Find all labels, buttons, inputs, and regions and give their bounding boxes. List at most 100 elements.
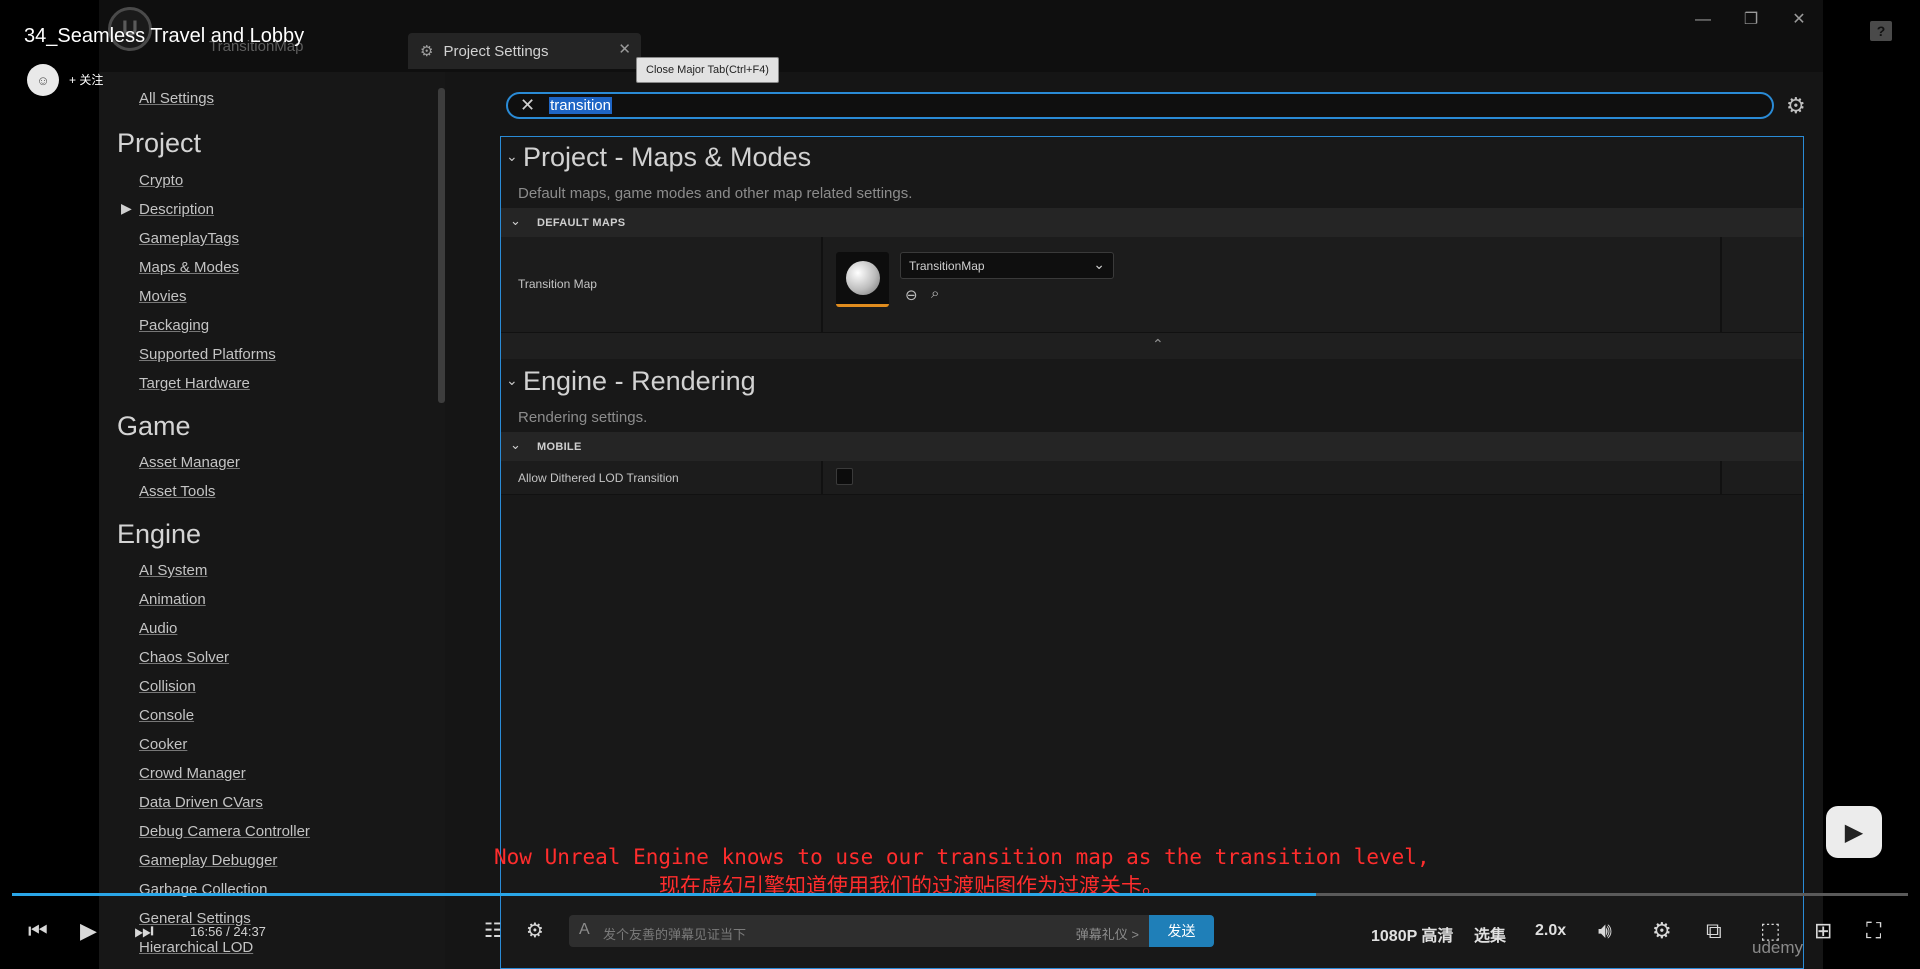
danmaku-input[interactable]: A 发个友善的弹幕见证当下 弹幕礼仪 > xyxy=(569,915,1149,947)
column-divider[interactable] xyxy=(821,461,823,494)
map-dropdown[interactable]: TransitionMap ⌄ xyxy=(900,252,1114,279)
property-row-transition-map: Transition Map TransitionMap ⌄ ⊖ ⌕ xyxy=(501,237,1803,333)
picture-in-picture-icon[interactable]: ⧉ xyxy=(1706,918,1722,944)
search-icon[interactable]: ⌕ xyxy=(931,285,939,302)
close-tab-tooltip: Close Major Tab(Ctrl+F4) xyxy=(636,57,779,83)
nav-item-chaos-solver[interactable]: Chaos Solver xyxy=(139,649,229,666)
nav-scrollbar[interactable] xyxy=(438,88,445,403)
tab-project-settings[interactable]: ⚙ Project Settings ✕ xyxy=(408,33,641,69)
nav-item-asset-tools[interactable]: Asset Tools xyxy=(139,483,215,500)
episodes-button[interactable]: 选集 xyxy=(1474,922,1506,946)
restore-button[interactable]: ❐ xyxy=(1727,0,1775,40)
chevron-down-icon[interactable]: ⌄ xyxy=(506,372,518,389)
search-text: transition xyxy=(549,97,612,114)
volume-icon[interactable]: 🔊︎ xyxy=(1598,918,1612,944)
follow-button[interactable]: + 关注 xyxy=(69,71,103,88)
map-dropdown-value: TransitionMap xyxy=(909,259,985,273)
nav-item-ai-system[interactable]: AI System xyxy=(139,562,207,579)
nav-item-data-driven-cvars[interactable]: Data Driven CVars xyxy=(139,794,263,811)
chevron-down-icon: ⌄ xyxy=(1093,256,1105,272)
property-name: Transition Map xyxy=(518,277,597,291)
globe-icon xyxy=(846,261,880,295)
category-mobile[interactable]: ⌄ MOBILE xyxy=(501,432,1803,461)
nav-item-packaging[interactable]: Packaging xyxy=(139,317,209,334)
progress-fill xyxy=(12,893,1317,896)
avatar[interactable]: ☺ xyxy=(27,64,59,96)
fullscreen-icon[interactable]: ⛶ xyxy=(1866,918,1881,944)
editor-frame: U TransitionMap ⚙ Project Settings ✕ Clo… xyxy=(99,0,1823,969)
nav-item-animation[interactable]: Animation xyxy=(139,591,206,608)
close-window-button[interactable]: ✕ xyxy=(1775,0,1823,40)
chevron-down-icon: ⌄ xyxy=(510,437,521,452)
nav-item-audio[interactable]: Audio xyxy=(139,620,177,637)
chevron-down-icon[interactable]: ⌄ xyxy=(506,148,518,165)
column-divider[interactable] xyxy=(821,237,823,332)
settings-nav: All Settings Project Crypto ▶ Descriptio… xyxy=(99,72,445,969)
use-selected-arrow-icon[interactable]: ⊖ xyxy=(905,286,918,304)
advanced-collapse-bar[interactable]: ⌃ xyxy=(501,333,1803,359)
previous-icon[interactable]: ⏮ xyxy=(28,918,48,944)
video-title: 34_Seamless Travel and Lobby xyxy=(24,25,305,47)
property-row-dithered-lod: Allow Dithered LOD Transition xyxy=(501,461,1803,495)
playback-time: 16:56 / 24:37 xyxy=(190,924,266,939)
send-button[interactable]: 发送 xyxy=(1149,915,1214,947)
nav-item-gameplay-debugger[interactable]: Gameplay Debugger xyxy=(139,852,277,869)
bilibili-tv-icon[interactable]: ▶ xyxy=(1826,806,1882,858)
clear-search-icon[interactable]: ✕ xyxy=(520,95,535,116)
nav-item-gameplaytags[interactable]: GameplayTags xyxy=(139,230,239,247)
danmaku-placeholder: 发个友善的弹幕见证当下 xyxy=(603,927,747,942)
help-icon[interactable]: ? xyxy=(1870,21,1892,41)
nav-item-crowd-manager[interactable]: Crowd Manager xyxy=(139,765,246,782)
expand-arrow-icon[interactable]: ▶ xyxy=(121,200,132,217)
tab-label: Project Settings xyxy=(443,42,549,60)
map-thumbnail[interactable] xyxy=(836,252,889,307)
web-fullscreen-icon[interactable]: ⊞ xyxy=(1814,918,1832,944)
minimize-button[interactable]: — xyxy=(1679,0,1727,40)
danmaku-etiquette-link[interactable]: 弹幕礼仪 > xyxy=(1076,924,1139,943)
property-name: Allow Dithered LOD Transition xyxy=(518,471,679,485)
chevron-up-icon: ⌃ xyxy=(1152,336,1164,352)
gear-icon[interactable]: ⚙ xyxy=(1786,93,1806,119)
nav-item-asset-manager[interactable]: Asset Manager xyxy=(139,454,240,471)
nav-item-console[interactable]: Console xyxy=(139,707,194,724)
nav-item-movies[interactable]: Movies xyxy=(139,288,187,305)
nav-section-engine: Engine xyxy=(117,519,202,549)
nav-item-cooker[interactable]: Cooker xyxy=(139,736,187,753)
nav-item-debug-camera-controller[interactable]: Debug Camera Controller xyxy=(139,823,310,840)
danmaku-toggle-icon[interactable]: ☷ xyxy=(484,918,502,943)
section-title-rendering: Engine - Rendering xyxy=(523,366,756,396)
nav-item-supported-platforms[interactable]: Supported Platforms xyxy=(139,346,276,363)
player-controls: ⏮ ▶ ⏭ 16:56 / 24:37 ☷ ⚙ A 发个友善的弹幕见证当下 弹幕… xyxy=(0,906,1920,956)
column-divider xyxy=(1720,237,1722,332)
play-icon[interactable]: ▶ xyxy=(80,918,97,944)
nav-item-maps-modes[interactable]: Maps & Modes xyxy=(139,259,239,276)
subtitle-english: Now Unreal Engine knows to use our trans… xyxy=(494,845,1430,869)
section-description: Default maps, game modes and other map r… xyxy=(518,185,913,202)
nav-item-crypto[interactable]: Crypto xyxy=(139,172,183,189)
nav-section-game: Game xyxy=(117,411,191,441)
category-label: MOBILE xyxy=(537,441,582,453)
settings-cube-icon: ⚙ xyxy=(420,43,434,60)
speed-selector[interactable]: 2.0x xyxy=(1535,922,1566,940)
category-default-maps[interactable]: ⌄ DEFAULT MAPS xyxy=(501,208,1803,237)
nav-item-description[interactable]: Description xyxy=(139,201,214,218)
next-icon[interactable]: ⏭ xyxy=(134,918,154,944)
nav-all-settings[interactable]: All Settings xyxy=(139,90,214,107)
settings-search-input[interactable]: ✕ transition xyxy=(506,92,1774,119)
quality-selector[interactable]: 1080P 高清 xyxy=(1371,922,1453,946)
editor-title-bar: U TransitionMap ⚙ Project Settings ✕ Clo… xyxy=(99,0,1823,83)
text-style-icon[interactable]: A xyxy=(579,921,590,939)
category-label: DEFAULT MAPS xyxy=(537,217,626,229)
nav-section-project: Project xyxy=(117,128,202,158)
gear-icon[interactable]: ⚙ xyxy=(1652,918,1672,944)
nav-item-target-hardware[interactable]: Target Hardware xyxy=(139,375,250,392)
progress-bar[interactable] xyxy=(12,893,1908,896)
danmaku-settings-icon[interactable]: ⚙ xyxy=(526,918,544,943)
chevron-down-icon: ⌄ xyxy=(510,213,521,228)
nav-item-collision[interactable]: Collision xyxy=(139,678,196,695)
close-tab-icon[interactable]: ✕ xyxy=(618,40,631,58)
column-divider xyxy=(1720,461,1722,494)
dithered-lod-checkbox[interactable] xyxy=(836,468,853,485)
section-title-maps-modes: Project - Maps & Modes xyxy=(523,142,812,172)
window-controls: — ❐ ✕ xyxy=(1679,0,1823,40)
